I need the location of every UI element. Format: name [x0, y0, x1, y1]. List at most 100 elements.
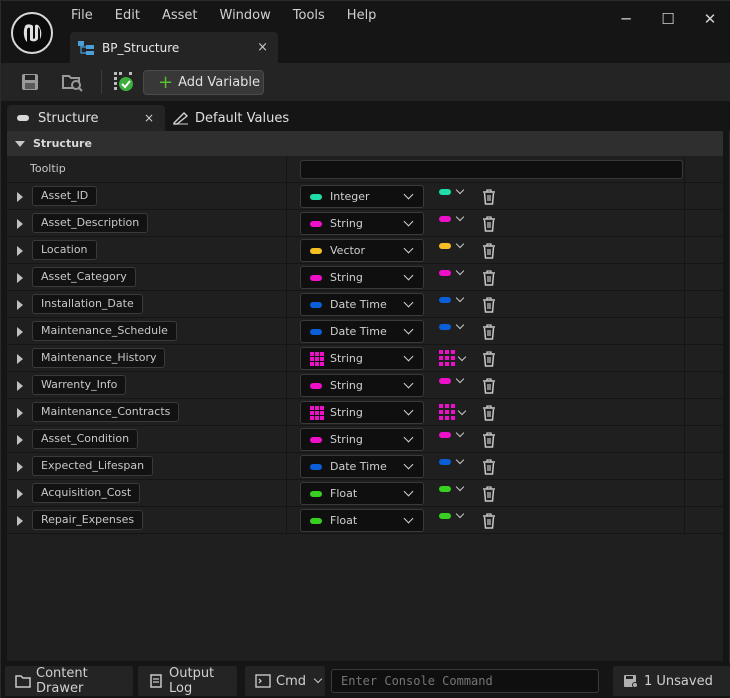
container-type-dropdown[interactable] — [439, 212, 465, 222]
delete-variable-icon[interactable] — [481, 323, 497, 340]
delete-variable-icon[interactable] — [481, 296, 497, 313]
delete-variable-icon[interactable] — [481, 485, 497, 502]
close-structure-tab-button[interactable]: × — [144, 111, 154, 125]
variable-type-label: Integer — [330, 190, 370, 203]
delete-variable-icon[interactable] — [481, 377, 497, 394]
variable-type-dropdown[interactable]: String — [300, 212, 424, 235]
delete-variable-icon[interactable] — [481, 512, 497, 529]
content-drawer-button[interactable]: Content Drawer — [5, 666, 133, 696]
cmd-dropdown[interactable]: Cmd — [245, 666, 325, 696]
delete-variable-icon[interactable] — [481, 188, 497, 205]
menu-item-help[interactable]: Help — [347, 7, 377, 24]
container-type-dropdown[interactable] — [439, 266, 465, 276]
expand-arrow-icon[interactable] — [17, 489, 23, 499]
variable-type-dropdown[interactable]: String — [300, 428, 424, 451]
container-type-dropdown[interactable] — [439, 185, 465, 195]
variable-type-dropdown[interactable]: String — [300, 347, 424, 370]
expand-arrow-icon[interactable] — [17, 435, 23, 445]
expand-arrow-icon[interactable] — [17, 462, 23, 472]
delete-variable-icon[interactable] — [481, 350, 497, 367]
delete-variable-icon[interactable] — [481, 431, 497, 448]
output-log-button[interactable]: Output Log — [138, 666, 237, 696]
chevron-down-icon — [403, 324, 414, 335]
expand-arrow-icon[interactable] — [17, 300, 23, 310]
container-type-dropdown[interactable] — [439, 320, 465, 330]
variable-name-field[interactable]: Acquisition_Cost — [32, 483, 141, 503]
expand-arrow-icon[interactable] — [17, 354, 23, 364]
browse-to-asset-icon[interactable] — [61, 71, 83, 93]
tab-default-values[interactable]: Default Values — [173, 105, 289, 131]
chevron-down-icon — [403, 378, 414, 389]
collapse-arrow-icon — [15, 140, 25, 147]
save-icon[interactable] — [19, 71, 41, 93]
variable-name-field[interactable]: Expected_Lifespan — [32, 456, 154, 476]
menu-item-file[interactable]: File — [71, 7, 93, 24]
minimize-button[interactable]: ─ — [605, 1, 647, 37]
single-container-icon — [439, 486, 451, 492]
expand-arrow-icon[interactable] — [17, 219, 23, 229]
variable-type-dropdown[interactable]: String — [300, 401, 424, 424]
expand-arrow-icon[interactable] — [17, 516, 23, 526]
close-window-button[interactable]: ✕ — [689, 1, 730, 37]
variable-type-dropdown[interactable]: String — [300, 374, 424, 397]
variable-type-dropdown[interactable]: String — [300, 266, 424, 289]
variable-name-field[interactable]: Maintenance_Schedule — [32, 321, 177, 341]
column-divider — [684, 264, 685, 290]
variable-type-dropdown[interactable]: Integer — [300, 185, 424, 208]
delete-variable-icon[interactable] — [481, 458, 497, 475]
menu-item-tools[interactable]: Tools — [293, 7, 325, 24]
structure-section-header[interactable]: Structure — [7, 131, 723, 156]
document-tab[interactable]: BP_Structure × — [70, 32, 278, 63]
container-type-dropdown[interactable] — [439, 455, 465, 465]
variable-type-dropdown[interactable]: Float — [300, 509, 424, 532]
variable-type-dropdown[interactable]: Date Time — [300, 455, 424, 478]
menu-item-asset[interactable]: Asset — [162, 7, 198, 24]
expand-arrow-icon[interactable] — [17, 327, 23, 337]
variable-name-field[interactable]: Maintenance_Contracts — [32, 402, 180, 422]
add-variable-button[interactable]: + Add Variable — [143, 70, 264, 95]
expand-arrow-icon[interactable] — [17, 192, 23, 202]
column-divider — [286, 264, 287, 290]
container-type-dropdown[interactable] — [439, 509, 465, 519]
expand-arrow-icon[interactable] — [17, 408, 23, 418]
container-type-dropdown[interactable] — [439, 293, 465, 303]
tab-structure[interactable]: Structure × — [7, 105, 165, 131]
console-command-input[interactable] — [331, 669, 599, 693]
variable-type-dropdown[interactable]: Float — [300, 482, 424, 505]
container-type-dropdown[interactable] — [439, 239, 465, 249]
container-type-dropdown[interactable] — [439, 404, 467, 420]
tooltip-input[interactable] — [300, 160, 683, 179]
container-type-dropdown[interactable] — [439, 428, 465, 438]
variable-name-field[interactable]: Asset_Description — [32, 213, 149, 233]
editor-window: File Edit Asset Window Tools Help ─ ☐ ✕ BP_St… — [0, 0, 730, 698]
variable-type-dropdown[interactable]: Date Time — [300, 293, 424, 316]
expand-arrow-icon[interactable] — [17, 381, 23, 391]
delete-variable-icon[interactable] — [481, 215, 497, 232]
unsaved-button[interactable]: 1 Unsaved — [613, 666, 730, 696]
container-type-dropdown[interactable] — [439, 482, 465, 492]
unreal-logo-icon[interactable] — [11, 12, 53, 54]
expand-arrow-icon[interactable] — [17, 273, 23, 283]
variable-type-dropdown[interactable]: Vector — [300, 239, 424, 262]
container-type-dropdown[interactable] — [439, 374, 465, 384]
variable-name-field[interactable]: Maintenance_History — [32, 348, 166, 368]
variable-name-field[interactable]: Warrenty_Info — [32, 375, 127, 395]
variable-name-field[interactable]: Location — [32, 240, 97, 260]
variable-name-field[interactable]: Asset_Condition — [32, 429, 139, 449]
maximize-button[interactable]: ☐ — [647, 1, 689, 37]
variable-name-field[interactable]: Installation_Date — [32, 294, 143, 314]
menu-item-window[interactable]: Window — [220, 7, 271, 24]
delete-variable-icon[interactable] — [481, 404, 497, 421]
variable-name-field[interactable]: Asset_Category — [32, 267, 136, 287]
menu-item-edit[interactable]: Edit — [115, 7, 140, 24]
delete-variable-icon[interactable] — [481, 269, 497, 286]
delete-variable-icon[interactable] — [481, 242, 497, 259]
container-type-dropdown[interactable] — [439, 350, 467, 366]
close-tab-button[interactable]: × — [257, 40, 268, 55]
unsaved-label: 1 Unsaved — [644, 673, 713, 689]
variable-name-field[interactable]: Asset_ID — [32, 186, 98, 206]
variable-type-dropdown[interactable]: Date Time — [300, 320, 424, 343]
expand-arrow-icon[interactable] — [17, 246, 23, 256]
compile-status-icon[interactable] — [113, 71, 135, 93]
variable-name-field[interactable]: Repair_Expenses — [32, 510, 144, 530]
